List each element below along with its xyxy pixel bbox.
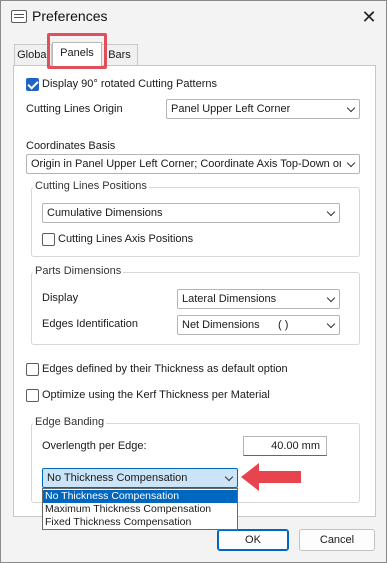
axis-positions-label: Cutting Lines Axis Positions	[58, 233, 194, 245]
compensation-options-list: No Thickness Compensation Maximum Thickn…	[42, 488, 238, 530]
title-bar[interactable]: Preferences ✕	[1, 1, 386, 33]
coordinates-basis-label: Coordinates Basis	[26, 140, 116, 152]
preferences-window: Preferences ✕ Global Bars Panels Display…	[0, 0, 387, 563]
edges-identification-suffix: ( )	[278, 319, 289, 331]
tab-bars-label: Bars	[108, 49, 131, 61]
coordinates-basis-value: Origin in Panel Upper Left Corner; Coord…	[31, 158, 341, 170]
keyboard-icon	[11, 10, 27, 23]
cutting-lines-origin-value: Panel Upper Left Corner	[171, 103, 291, 115]
cutting-lines-origin-dropdown[interactable]: Panel Upper Left Corner	[166, 99, 360, 119]
option-fixed-thickness[interactable]: Fixed Thickness Compensation	[43, 516, 237, 529]
chevron-down-icon	[346, 103, 356, 113]
chevron-down-icon	[224, 472, 234, 482]
kerf-thickness-label: Optimize using the Kerf Thickness per Ma…	[42, 389, 270, 401]
axis-positions-checkbox[interactable]	[42, 233, 55, 246]
display-dropdown[interactable]: Lateral Dimensions	[177, 289, 340, 309]
annotation-arrow-icon	[241, 463, 301, 491]
cutting-lines-origin-label: Cutting Lines Origin	[26, 103, 123, 115]
option-maximum-thickness[interactable]: Maximum Thickness Compensation	[43, 503, 237, 516]
cancel-button[interactable]: Cancel	[299, 529, 375, 551]
compensation-dropdown[interactable]: No Thickness Compensation	[42, 468, 238, 488]
tab-global[interactable]: Global	[14, 44, 52, 66]
cutting-lines-positions-title: Cutting Lines Positions	[33, 180, 149, 192]
edges-identification-value: Net Dimensions	[182, 319, 260, 331]
cutting-lines-positions-value: Cumulative Dimensions	[47, 207, 163, 219]
overlength-input[interactable]: 40.00 mm	[243, 436, 327, 456]
edge-banding-title: Edge Banding	[33, 416, 107, 428]
chevron-down-icon	[326, 293, 336, 303]
chevron-down-icon	[326, 319, 336, 329]
rotated-patterns-checkbox[interactable]	[26, 78, 39, 91]
cutting-lines-positions-dropdown[interactable]: Cumulative Dimensions	[42, 203, 340, 223]
overlength-label: Overlength per Edge:	[42, 440, 147, 452]
close-button[interactable]: ✕	[354, 4, 384, 30]
display-value: Lateral Dimensions	[182, 293, 277, 305]
edges-thickness-checkbox[interactable]	[26, 363, 39, 376]
rotated-patterns-label: Display 90° rotated Cutting Patterns	[42, 78, 217, 90]
edges-identification-dropdown[interactable]: Net Dimensions ( )	[177, 315, 340, 335]
parts-dimensions-title: Parts Dimensions	[33, 265, 124, 277]
chevron-down-icon	[346, 158, 356, 168]
edges-thickness-label: Edges defined by their Thickness as defa…	[42, 363, 288, 375]
kerf-thickness-checkbox[interactable]	[26, 389, 39, 402]
chevron-down-icon	[326, 207, 336, 217]
ok-button[interactable]: OK	[217, 529, 289, 551]
compensation-value: No Thickness Compensation	[47, 472, 188, 484]
display-label: Display	[42, 292, 79, 304]
coordinates-basis-dropdown[interactable]: Origin in Panel Upper Left Corner; Coord…	[26, 154, 360, 174]
tab-panels[interactable]: Panels	[52, 42, 102, 66]
edges-identification-label: Edges Identification	[42, 318, 139, 330]
option-no-thickness[interactable]: No Thickness Compensation	[43, 490, 237, 503]
window-title: Preferences	[32, 8, 108, 24]
